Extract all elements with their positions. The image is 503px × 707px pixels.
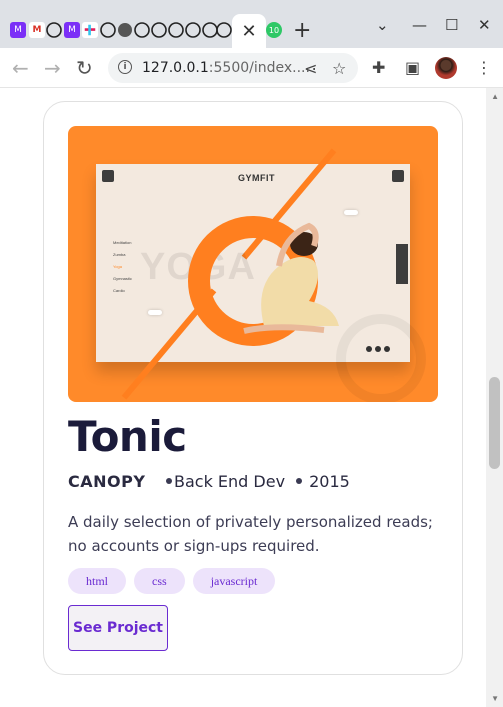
project-role-text: Back End Dev [174, 472, 286, 491]
tech-tags: html css javascript [68, 568, 276, 594]
tab-globe-icon[interactable] [117, 22, 133, 38]
bullet-dot [166, 477, 172, 484]
minimize-icon[interactable]: — [412, 16, 427, 34]
address-url[interactable]: 127.0.0.1:5500/index.... [142, 60, 310, 76]
bullet-dot [296, 477, 302, 484]
new-tab-button[interactable]: + [293, 18, 311, 43]
mock-logo: GYMFIT [238, 173, 275, 183]
forward-arrow-icon[interactable]: → [44, 56, 61, 80]
url-path: :5500/index.... [208, 60, 310, 76]
share-icon[interactable]: ⋖ [304, 59, 317, 78]
close-window-icon[interactable]: ✕ [478, 16, 491, 34]
tab-github-icon[interactable] [151, 22, 167, 38]
project-company: CANOPY [68, 472, 146, 491]
tag-html: html [68, 568, 127, 594]
tab-github-icon[interactable] [100, 22, 116, 38]
side-panel-icon[interactable]: ▣ [405, 58, 420, 77]
project-screenshot: GYMFIT Meditation Zumba Yoga Gymnastic C… [68, 126, 438, 402]
scroll-down-icon[interactable]: ▼ [491, 694, 499, 703]
mock-menu-item: Cardio [113, 288, 125, 293]
mock-menu-item: Meditation [113, 240, 132, 245]
scroll-thumb[interactable] [489, 377, 500, 469]
close-tab-icon[interactable]: ✕ [241, 21, 256, 42]
tab-github-icon[interactable] [185, 22, 201, 38]
mock-social-icon [384, 346, 390, 352]
mock-menu-item: Zumba [113, 252, 126, 257]
yoga-figure-image [243, 222, 339, 334]
mock-social-icon [366, 346, 372, 352]
tab-search-chevron-icon[interactable]: ⌄ [376, 16, 389, 34]
tab-slack-icon[interactable] [82, 22, 98, 38]
screenshot-mockup: GYMFIT Meditation Zumba Yoga Gymnastic C… [96, 148, 426, 402]
browser-toolbar: ← → ↻ i 127.0.0.1:5500/index.... ⋖ ☆ ✚ ▣… [0, 48, 503, 88]
project-year-text: 2015 [309, 472, 350, 491]
mock-tag [148, 310, 162, 315]
decorative-arc [336, 314, 426, 402]
project-role: Back End Dev [166, 472, 285, 491]
tag-javascript: javascript [192, 568, 276, 594]
tab-github-icon[interactable] [168, 22, 184, 38]
mock-menu-item: Yoga [113, 264, 122, 269]
active-tab[interactable]: ✕ [232, 14, 266, 48]
see-project-button[interactable]: See Project [68, 605, 168, 651]
tab-github-icon[interactable] [46, 22, 62, 38]
mock-user-icon [392, 170, 404, 182]
tab-purple-app-icon[interactable]: M [64, 22, 80, 38]
extensions-puzzle-icon[interactable]: ✚ [372, 58, 385, 77]
mock-side-panel [396, 244, 408, 284]
mock-social-icon [375, 346, 381, 352]
address-bar[interactable]: i 127.0.0.1:5500/index.... ⋖ ☆ [108, 53, 358, 83]
project-title: Tonic [68, 412, 187, 461]
url-host: 127.0.0.1 [142, 60, 209, 76]
project-year: 2015 [296, 472, 350, 491]
site-info-icon[interactable]: i [118, 60, 132, 74]
tab-github-icon[interactable] [134, 22, 150, 38]
tab-purple-app-icon[interactable]: M [10, 22, 26, 38]
back-arrow-icon[interactable]: ← [12, 56, 29, 80]
menu-kebab-icon[interactable]: ⋮ [476, 58, 492, 77]
project-description: A daily selection of privately personali… [68, 513, 433, 555]
mock-tag [344, 210, 358, 215]
tab-github-icon[interactable] [216, 22, 232, 38]
profile-avatar[interactable] [435, 57, 457, 79]
tab-counter-badge[interactable]: 10 [266, 22, 282, 38]
tab-gmail-icon[interactable]: M [29, 22, 45, 38]
mock-menu-icon [102, 170, 114, 182]
mock-menu-item: Gymnastic [113, 276, 132, 281]
maximize-icon[interactable]: ☐ [445, 16, 458, 34]
tag-css: css [134, 568, 185, 594]
bookmark-star-icon[interactable]: ☆ [332, 59, 346, 78]
scroll-up-icon[interactable]: ▲ [491, 92, 499, 101]
tab-strip: M M M ✕ 10 + ⌄ — ☐ ✕ [0, 0, 503, 48]
reload-icon[interactable]: ↻ [76, 56, 93, 80]
